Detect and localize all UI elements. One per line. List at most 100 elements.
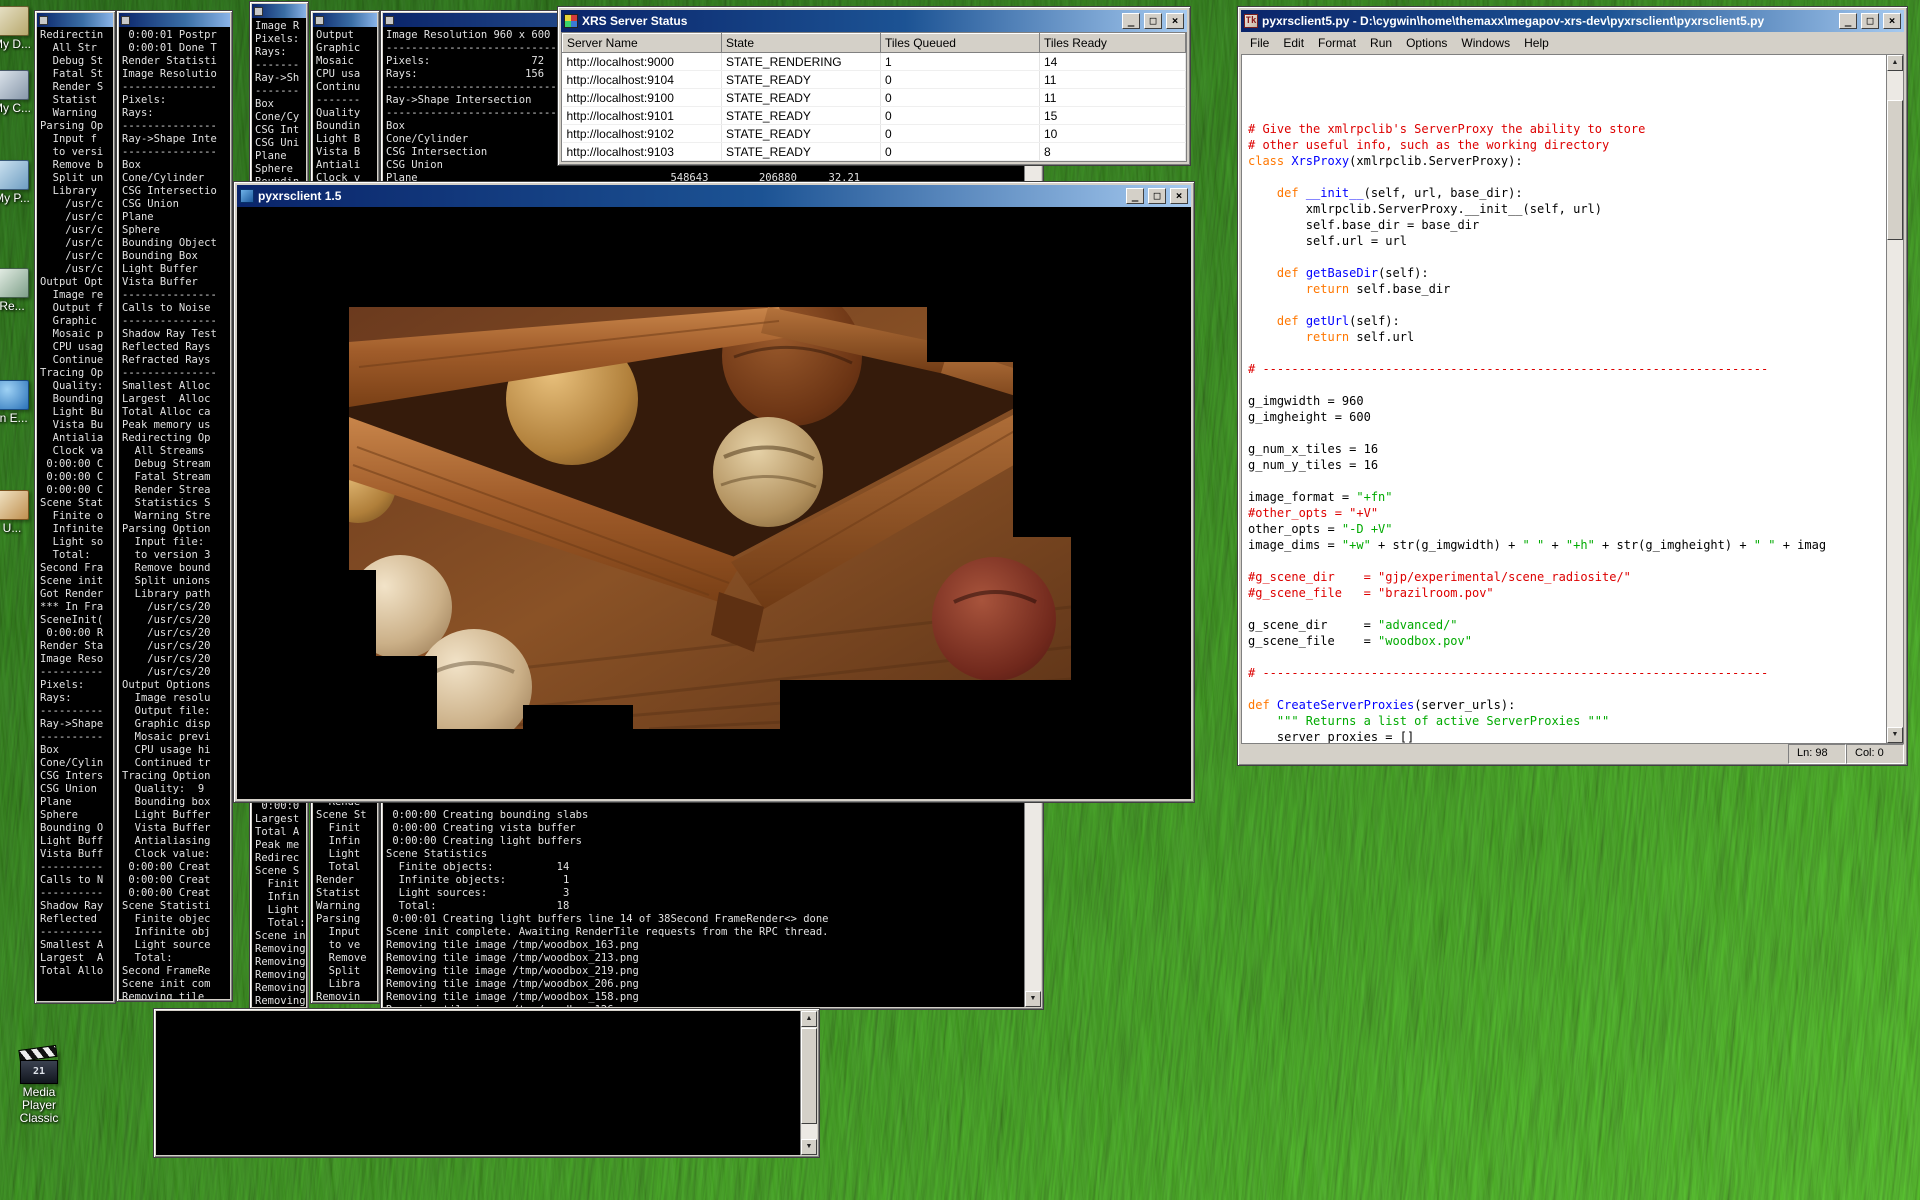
network-places-icon	[0, 160, 29, 190]
editor-titlebar[interactable]: Tk pyxrsclient5.py - D:\cygwin\home\them…	[1241, 10, 1904, 32]
code-line: g_scene_dir = "advanced/"	[1248, 617, 1886, 633]
scroll-thumb[interactable]	[1887, 100, 1903, 240]
maximize-button[interactable]: □	[1148, 188, 1166, 204]
server-cell: 15	[1040, 107, 1186, 125]
server-row[interactable]: http://localhost:9104STATE_READY011	[563, 71, 1186, 89]
minimize-button[interactable]: _	[1839, 13, 1857, 29]
server-cell: STATE_RENDERING	[722, 53, 881, 71]
minimize-button[interactable]: _	[1122, 13, 1140, 29]
desktop-icon-media-player-classic[interactable]: 21 Media Player Classic	[4, 1050, 74, 1125]
code-line	[1248, 681, 1886, 697]
console-titlebar[interactable]	[119, 13, 230, 27]
menu-options[interactable]: Options	[1399, 33, 1454, 53]
code-line: # --------------------------------------…	[1248, 665, 1886, 681]
code-line: g_imgwidth = 960	[1248, 393, 1886, 409]
console-titlebar[interactable]	[313, 13, 377, 27]
server-cell: http://localhost:9100	[563, 89, 722, 107]
server-status-panel: Server NameStateTiles QueuedTiles Ready …	[561, 32, 1187, 162]
server-cell: STATE_READY	[722, 125, 881, 143]
server-column-header[interactable]: Server Name	[563, 34, 722, 53]
status-col: Col: 0	[1846, 744, 1904, 764]
server-cell: STATE_READY	[722, 89, 881, 107]
menu-run[interactable]: Run	[1363, 33, 1399, 53]
pyxrsclient-titlebar[interactable]: pyxrsclient 1.5 _ □ ×	[237, 185, 1191, 207]
code-line	[1248, 553, 1886, 569]
server-row[interactable]: http://localhost:9000STATE_RENDERING114	[563, 53, 1186, 71]
utility-icon	[0, 490, 29, 520]
console-icon	[254, 7, 263, 16]
maximize-button[interactable]: □	[1144, 13, 1162, 29]
media-player-classic-icon: 21	[20, 1050, 58, 1084]
close-button[interactable]: ×	[1166, 13, 1184, 29]
woodbox-render	[349, 307, 1071, 729]
window-title: pyxrsclient5.py - D:\cygwin\home\themaxx…	[1262, 14, 1835, 28]
code-line	[1248, 249, 1886, 265]
console-window-2[interactable]: 0:00:01 Postpr 0:00:01 Done T Render Sta…	[116, 10, 233, 1002]
server-row[interactable]: http://localhost:9101STATE_READY015	[563, 107, 1186, 125]
server-cell: http://localhost:9102	[563, 125, 722, 143]
code-line	[1248, 57, 1886, 73]
console-icon	[385, 16, 394, 25]
editor-code[interactable]: # Give the xmlrpclib's ServerProxy the a…	[1242, 55, 1886, 743]
console-scrollbar[interactable]: ▲ ▼	[800, 1011, 817, 1155]
server-row[interactable]: http://localhost:9103STATE_READY08	[563, 143, 1186, 161]
code-line: other_opts = "-D +V"	[1248, 521, 1886, 537]
code-line: g_num_x_tiles = 16	[1248, 441, 1886, 457]
console-window-6[interactable]: ▲ ▼	[153, 1008, 820, 1158]
menu-edit[interactable]: Edit	[1276, 33, 1311, 53]
server-column-header[interactable]: Tiles Ready	[1040, 34, 1186, 53]
editor-window[interactable]: Tk pyxrsclient5.py - D:\cygwin\home\them…	[1237, 6, 1908, 766]
pyxrsclient-window[interactable]: pyxrsclient 1.5 _ □ ×	[233, 181, 1195, 803]
code-line	[1248, 297, 1886, 313]
scroll-down-icon[interactable]: ▼	[1025, 991, 1041, 1007]
code-line: class XrsProxy(xmlrpclib.ServerProxy):	[1248, 153, 1886, 169]
render-canvas	[237, 207, 1191, 799]
server-cell: 0	[881, 89, 1040, 107]
window-title: XRS Server Status	[582, 14, 1118, 28]
code-line: self.base_dir = base_dir	[1248, 217, 1886, 233]
scroll-thumb[interactable]	[801, 1028, 817, 1124]
console-titlebar[interactable]	[37, 13, 113, 27]
server-cell: http://localhost:9103	[563, 143, 722, 161]
scroll-down-icon[interactable]: ▼	[1887, 727, 1903, 743]
code-line: #other_opts = "+V"	[1248, 505, 1886, 521]
maximize-button[interactable]: □	[1861, 13, 1879, 29]
code-line	[1248, 105, 1886, 121]
editor-scrollbar[interactable]: ▲ ▼	[1886, 55, 1903, 743]
my-computer-icon	[0, 70, 29, 100]
server-row[interactable]: http://localhost:9100STATE_READY011	[563, 89, 1186, 107]
xrs-status-window[interactable]: XRS Server Status _ □ × Server NameState…	[557, 6, 1191, 166]
menu-windows[interactable]: Windows	[1454, 33, 1517, 53]
code-line	[1248, 169, 1886, 185]
menu-help[interactable]: Help	[1517, 33, 1556, 53]
scroll-up-icon[interactable]: ▲	[1887, 55, 1903, 71]
close-button[interactable]: ×	[1883, 13, 1901, 29]
code-line: g_scene_file = "woodbox.pov"	[1248, 633, 1886, 649]
scroll-down-icon[interactable]: ▼	[801, 1139, 817, 1155]
pyxrsclient-app-icon	[240, 189, 254, 203]
code-line: g_num_y_tiles = 16	[1248, 457, 1886, 473]
code-line: def getBaseDir(self):	[1248, 265, 1886, 281]
server-column-header[interactable]: State	[722, 34, 881, 53]
xrs-titlebar[interactable]: XRS Server Status _ □ ×	[561, 10, 1187, 32]
server-cell: http://localhost:9104	[563, 71, 722, 89]
server-cell: http://localhost:9101	[563, 107, 722, 125]
code-line: self.url = url	[1248, 233, 1886, 249]
server-row[interactable]: http://localhost:9102STATE_READY010	[563, 125, 1186, 143]
minimize-button[interactable]: _	[1126, 188, 1144, 204]
close-button[interactable]: ×	[1170, 188, 1188, 204]
code-line	[1248, 89, 1886, 105]
menu-format[interactable]: Format	[1311, 33, 1363, 53]
scroll-up-icon[interactable]: ▲	[801, 1011, 817, 1027]
server-cell: http://localhost:9000	[563, 53, 722, 71]
console-icon	[121, 16, 130, 25]
code-line: """ Returns a list of active ServerProxi…	[1248, 713, 1886, 729]
console-output	[156, 1011, 800, 1015]
console-titlebar[interactable]	[252, 4, 306, 18]
code-line	[1248, 345, 1886, 361]
console-output: 0:00:01 Postpr 0:00:01 Done T Render Sta…	[119, 27, 230, 999]
console-window-1[interactable]: Redirectin All Str Debug St Fatal St Ren…	[34, 10, 116, 1004]
server-cell: 1	[881, 53, 1040, 71]
menu-file[interactable]: File	[1243, 33, 1276, 53]
server-column-header[interactable]: Tiles Queued	[881, 34, 1040, 53]
